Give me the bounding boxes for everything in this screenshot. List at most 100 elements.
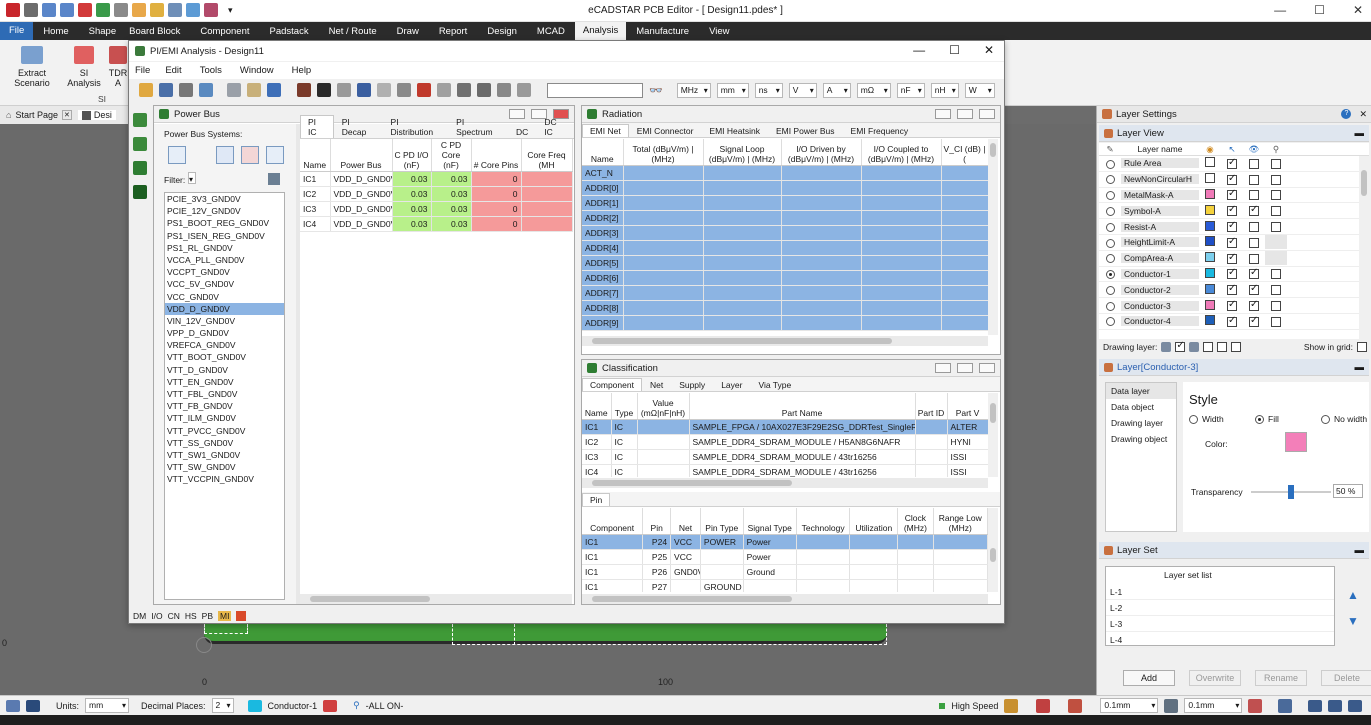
- side-tool-1-icon[interactable]: [133, 113, 147, 127]
- start-page-tab[interactable]: ⌂ Start Page ✕: [0, 110, 78, 120]
- rad-row[interactable]: ADDR[5]: [582, 255, 988, 271]
- layer-color-swatch[interactable]: [1199, 157, 1221, 169]
- rad-cell[interactable]: [623, 195, 704, 211]
- tool-a-icon[interactable]: [1308, 699, 1323, 712]
- paste-icon[interactable]: [247, 83, 261, 97]
- extract-scenario-button[interactable]: Extract Scenario: [2, 46, 62, 88]
- rad-cell[interactable]: [781, 180, 862, 196]
- tool-c-icon[interactable]: [1348, 699, 1363, 712]
- cls-col-part-v[interactable]: Part V: [947, 393, 988, 420]
- status-close-icon[interactable]: [236, 611, 247, 621]
- layer-filter-checkbox[interactable]: [1265, 205, 1287, 217]
- layer-color-swatch[interactable]: [1199, 204, 1221, 217]
- cls-cell[interactable]: [915, 449, 948, 465]
- help-icon[interactable]: ?: [1341, 108, 1352, 119]
- decimal-select[interactable]: 2: [211, 698, 234, 713]
- pin-cell[interactable]: [849, 564, 899, 580]
- ribbon-tab-board-block[interactable]: Board Block: [119, 26, 190, 37]
- rad-cell[interactable]: [781, 240, 862, 256]
- probe-icon[interactable]: [477, 83, 491, 97]
- cls-row[interactable]: IC3 IC SAMPLE_DDR4_SDRAM_MODULE / 43tr1625…: [582, 449, 988, 465]
- layer-visible-checkbox[interactable]: [1243, 221, 1265, 232]
- wire-icon[interactable]: [317, 83, 331, 97]
- pin-hscroll[interactable]: [582, 594, 988, 604]
- pb-ic-cell[interactable]: VDD_D_GND0V: [330, 171, 393, 187]
- rad-net-name[interactable]: ACT_N: [582, 165, 624, 181]
- power-bus-system-item[interactable]: VTT_SW1_GND0V: [165, 449, 284, 461]
- layer-color-swatch[interactable]: [1199, 188, 1221, 201]
- rad-cell[interactable]: [703, 300, 782, 316]
- rad-hscroll[interactable]: [582, 336, 988, 346]
- tab-pin[interactable]: Pin: [582, 493, 611, 506]
- layer-visible-checkbox[interactable]: [1243, 190, 1265, 201]
- status-tab-dm[interactable]: DM: [133, 611, 146, 621]
- speed-status[interactable]: High Speed: [951, 701, 998, 711]
- drawing-filter-5-checkbox[interactable]: [1217, 342, 1228, 352]
- pin-cell[interactable]: [897, 549, 934, 565]
- layer-filter-checkbox[interactable]: [1265, 190, 1287, 201]
- layer-selectable-checkbox[interactable]: [1221, 236, 1243, 248]
- pb-ic-row[interactable]: IC1 VDD_D_GND0V 0.03 0.03 0: [300, 171, 573, 187]
- pin-cell[interactable]: GND0V: [670, 564, 701, 580]
- pi-close-icon[interactable]: ✕: [984, 43, 994, 57]
- pb-ic-cell[interactable]: 0.03: [431, 171, 472, 187]
- pb-ic-cell[interactable]: VDD_D_GND0V: [330, 216, 393, 232]
- pb-ic-cell[interactable]: IC1: [300, 171, 331, 187]
- rad-cell[interactable]: [623, 300, 704, 316]
- pin-cell[interactable]: IC1: [582, 579, 644, 592]
- layer-section-collapse-icon[interactable]: ▬: [1355, 362, 1365, 373]
- run-icon[interactable]: [199, 83, 213, 97]
- layer-selectable-checkbox[interactable]: [1221, 252, 1243, 264]
- pb-report-button[interactable]: [241, 146, 259, 164]
- layer-filter-checkbox[interactable]: [1265, 300, 1287, 311]
- cls-cell[interactable]: IC: [611, 419, 638, 435]
- cls-cell[interactable]: SAMPLE_DDR4_SDRAM_MODULE / H5AN8G6NAFR: [689, 434, 916, 450]
- layer-row[interactable]: Conductor-1: [1099, 267, 1369, 283]
- rad-cell[interactable]: [861, 300, 942, 316]
- layer-color-swatch[interactable]: [1199, 299, 1221, 312]
- rad-cell[interactable]: [781, 300, 862, 316]
- pin-cell[interactable]: [670, 579, 701, 592]
- units-select[interactable]: mm: [85, 698, 130, 713]
- ribbon-tab-shape[interactable]: Shape: [79, 26, 119, 37]
- unit-frequency-select[interactable]: MHz: [676, 82, 711, 98]
- rad-cell[interactable]: [623, 255, 704, 271]
- col-power-bus[interactable]: Power Bus: [330, 139, 393, 172]
- unit-resistance-select[interactable]: mΩ: [856, 82, 891, 98]
- ribbon-tab-view[interactable]: View: [699, 26, 739, 37]
- power-bus-system-item[interactable]: VTT_D_GND0V: [165, 364, 284, 376]
- grid-size-select-2[interactable]: 0.1mm: [1184, 698, 1243, 713]
- rad-cell[interactable]: [861, 240, 942, 256]
- rad-row[interactable]: ADDR[8]: [582, 300, 988, 316]
- pin-cell[interactable]: [743, 579, 797, 592]
- pin-cell[interactable]: [700, 564, 744, 580]
- layer-row[interactable]: Symbol-A: [1099, 203, 1369, 220]
- pin-cell[interactable]: [933, 564, 988, 580]
- color-swatch[interactable]: [1285, 432, 1307, 452]
- power-bus-system-item[interactable]: VTT_ILM_GND0V: [165, 412, 284, 424]
- pi-maximize-icon[interactable]: ☐: [949, 43, 960, 57]
- layer-set-header[interactable]: Layer Set ▬: [1099, 542, 1369, 559]
- distribute-icon[interactable]: [457, 83, 471, 97]
- cls-hscroll[interactable]: [582, 478, 988, 488]
- rad-cell[interactable]: [703, 255, 782, 271]
- active-layer-radio[interactable]: [1099, 285, 1121, 295]
- rad-row[interactable]: ADDR[0]: [582, 180, 988, 196]
- tab-dc-ic[interactable]: DC IC: [536, 115, 574, 138]
- pin-row[interactable]: IC1 P25 VCC Power: [582, 549, 988, 565]
- pin-cell[interactable]: P25: [642, 549, 672, 565]
- pin-cell[interactable]: [796, 564, 851, 580]
- active-layer-radio[interactable]: [1099, 253, 1121, 264]
- layer-set-collapse-icon[interactable]: ▬: [1355, 545, 1365, 556]
- status-tab-cn[interactable]: CN: [168, 611, 180, 621]
- pin-cell[interactable]: [796, 579, 851, 592]
- snap-icon[interactable]: [1068, 698, 1083, 713]
- layer-visible-checkbox[interactable]: [1243, 253, 1265, 264]
- drawing-filter-4-checkbox[interactable]: [1203, 342, 1214, 352]
- unit-power-select[interactable]: W: [964, 82, 995, 98]
- rad-col-name[interactable]: Name: [582, 139, 624, 166]
- cls-col-part-name[interactable]: Part Name: [689, 393, 916, 420]
- rad-cell[interactable]: [861, 255, 942, 271]
- tool-b-icon[interactable]: [1328, 699, 1343, 712]
- pb-ic-cell[interactable]: 0.03: [392, 186, 432, 202]
